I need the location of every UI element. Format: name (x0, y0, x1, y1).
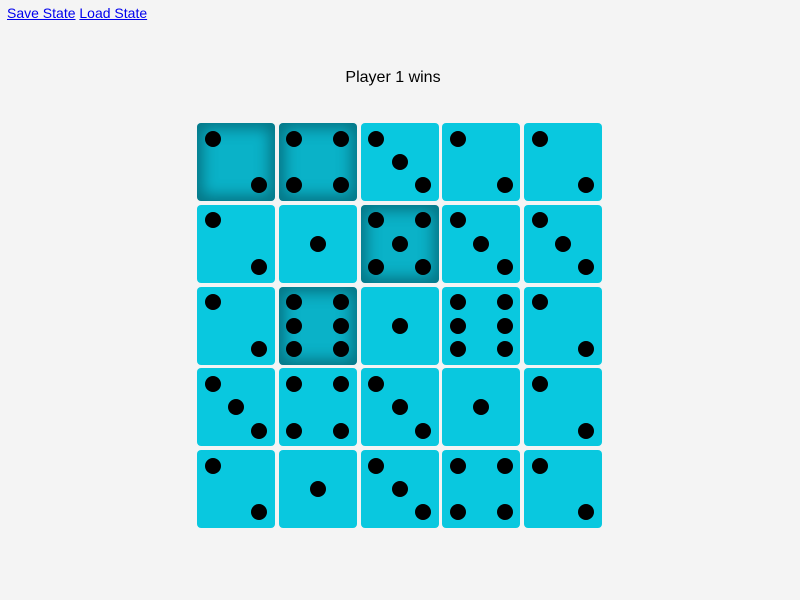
die-pip (309, 235, 326, 252)
die-pip (368, 375, 385, 392)
die-pip (204, 130, 221, 147)
die-5-4[interactable] (442, 450, 521, 528)
die-pip (414, 422, 431, 439)
dice-board (197, 123, 602, 528)
die-pip (391, 154, 408, 170)
die-pip (286, 317, 303, 334)
die-4-4[interactable] (442, 368, 521, 447)
die-2-1[interactable] (197, 204, 275, 283)
die-pip (578, 259, 595, 276)
die-pip (578, 504, 595, 521)
die-3-5[interactable] (524, 286, 602, 365)
die-pip (333, 130, 350, 147)
die-pip (368, 259, 385, 276)
die-1-1[interactable] (197, 123, 275, 201)
die-pip (368, 457, 385, 474)
die-pip (496, 259, 513, 276)
die-pip (496, 177, 513, 194)
die-pip (496, 504, 513, 521)
die-pip (286, 294, 303, 311)
die-pip (449, 212, 466, 229)
die-pip (578, 340, 595, 357)
die-pip (555, 235, 571, 252)
die-pip (333, 177, 350, 194)
die-5-1[interactable] (197, 450, 275, 528)
die-pip (414, 177, 431, 194)
die-pip (496, 294, 513, 311)
die-pip (449, 504, 466, 521)
die-pip (333, 294, 350, 311)
die-pip (449, 457, 466, 474)
game-status: Player 1 wins (345, 69, 441, 86)
die-pip (286, 340, 303, 357)
die-pip (204, 375, 221, 392)
die-pip (391, 317, 408, 334)
die-pip (391, 235, 408, 252)
die-pip (333, 317, 350, 334)
die-pip (391, 481, 408, 497)
load-state-link[interactable]: Load State (79, 5, 147, 21)
die-pip (496, 457, 513, 474)
die-pip (449, 294, 466, 311)
die-2-4[interactable] (442, 204, 521, 283)
die-pip (368, 212, 385, 229)
die-pip (228, 399, 244, 416)
die-pip (204, 294, 221, 311)
die-pip (496, 317, 513, 334)
die-pip (368, 130, 385, 147)
die-1-2[interactable] (278, 123, 357, 201)
die-1-4[interactable] (442, 123, 521, 201)
die-pip (333, 375, 350, 392)
die-pip (251, 340, 268, 357)
die-4-3[interactable] (360, 368, 439, 447)
die-pip (333, 422, 350, 439)
die-pip (531, 294, 548, 311)
die-pip (414, 504, 431, 521)
die-pip (496, 340, 513, 357)
die-pip (531, 130, 548, 147)
die-3-2[interactable] (278, 286, 357, 365)
die-pip (286, 422, 303, 439)
die-pip (204, 212, 221, 229)
die-pip (473, 235, 490, 252)
die-pip (449, 340, 466, 357)
die-4-5[interactable] (524, 368, 602, 447)
die-pip (531, 212, 548, 229)
die-pip (391, 399, 408, 416)
top-links: Save State Load State (7, 5, 147, 21)
die-pip (578, 422, 595, 439)
die-3-3[interactable] (360, 286, 439, 365)
die-4-2[interactable] (278, 368, 357, 447)
die-pip (286, 130, 303, 147)
die-pip (251, 504, 268, 521)
die-pip (449, 130, 466, 147)
die-pip (286, 177, 303, 194)
die-2-5[interactable] (524, 204, 602, 283)
die-pip (414, 212, 431, 229)
die-5-5[interactable] (524, 450, 602, 528)
die-2-2[interactable] (278, 204, 357, 283)
die-pip (309, 481, 326, 497)
die-2-3[interactable] (360, 204, 439, 283)
die-pip (414, 259, 431, 276)
die-pip (286, 375, 303, 392)
die-1-3[interactable] (360, 123, 439, 201)
die-4-1[interactable] (197, 368, 275, 447)
die-pip (251, 177, 268, 194)
die-5-2[interactable] (278, 450, 357, 528)
die-pip (251, 422, 268, 439)
save-state-link[interactable]: Save State (7, 5, 76, 21)
die-pip (473, 399, 490, 416)
die-pip (578, 177, 595, 194)
die-1-5[interactable] (524, 123, 602, 201)
die-pip (251, 259, 268, 276)
die-pip (204, 457, 221, 474)
die-5-3[interactable] (360, 450, 439, 528)
die-3-4[interactable] (442, 286, 521, 365)
die-3-1[interactable] (197, 286, 275, 365)
die-pip (449, 317, 466, 334)
die-pip (531, 457, 548, 474)
die-pip (531, 375, 548, 392)
die-pip (333, 340, 350, 357)
